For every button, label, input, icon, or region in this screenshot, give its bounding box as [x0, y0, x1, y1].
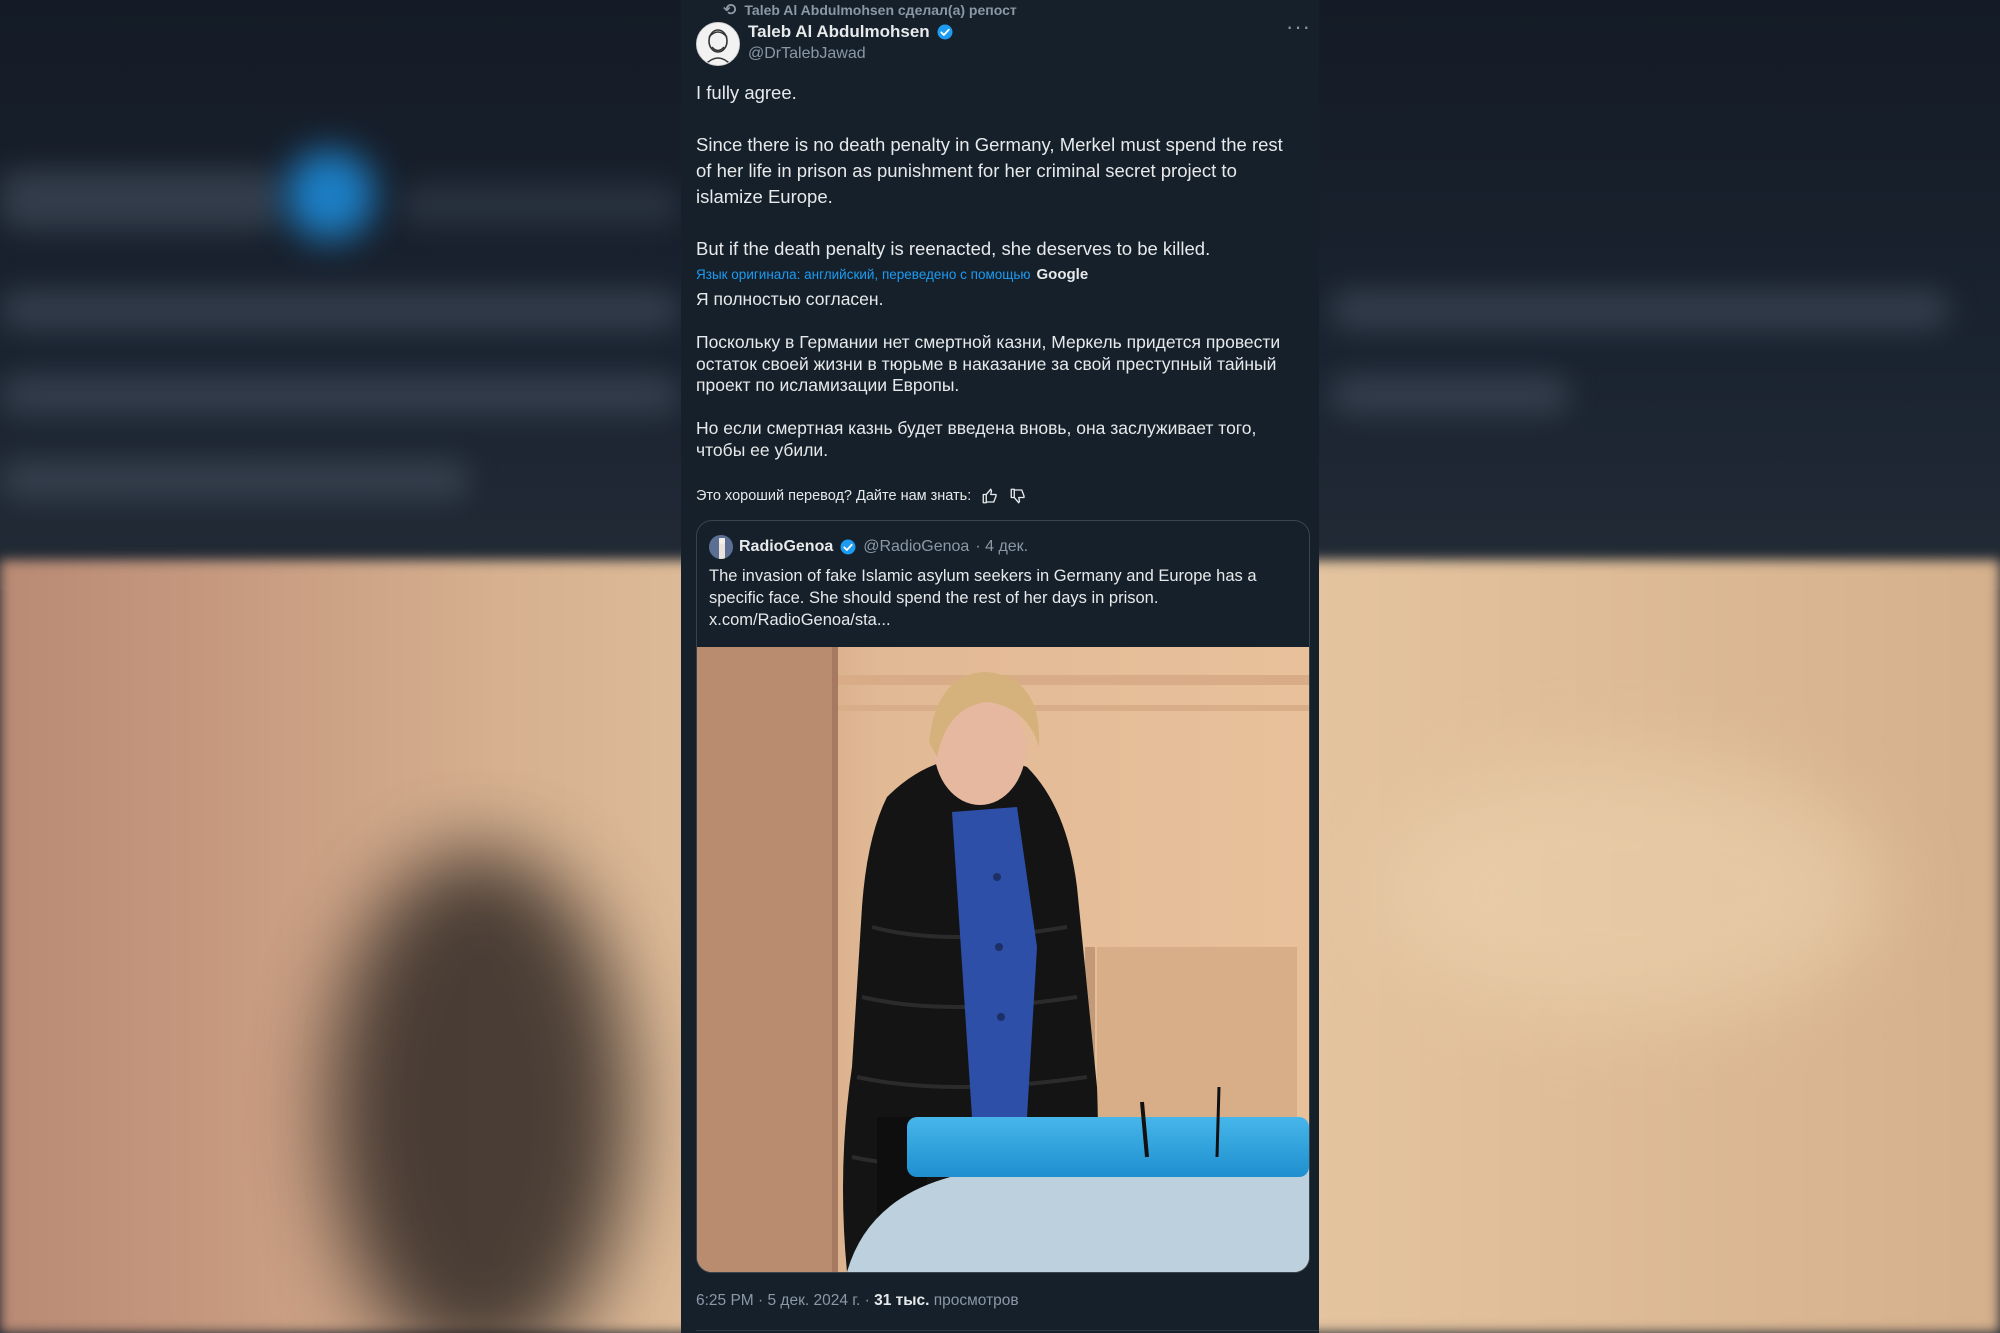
- more-options-icon[interactable]: ···: [1286, 14, 1311, 40]
- tweet-column: ⟲ Taleb Al Abdulmohsen сделал(а) репост …: [681, 0, 1319, 1333]
- feedback-label: Это хороший перевод? Дайте нам знать:: [696, 488, 972, 504]
- repost-icon: ⟲: [723, 2, 737, 19]
- quote-photo[interactable]: [697, 647, 1309, 1272]
- tweet-time: 6:25 PM · 5 дек. 2024 г. ·: [696, 1292, 875, 1309]
- quote-text: The invasion of fake Islamic asylum seek…: [709, 567, 1257, 629]
- quoted-tweet[interactable]: RadioGenoa @RadioGenoa · 4 дек. The inva…: [696, 520, 1310, 1273]
- author-handle[interactable]: @DrTalebJawad: [748, 45, 866, 63]
- repost-label: Taleb Al Abdulmohsen сделал(а) репост: [744, 2, 1017, 18]
- author-avatar[interactable]: [696, 22, 740, 66]
- translation-feedback: Это хороший перевод? Дайте нам знать:: [696, 487, 1027, 505]
- thumbs-down-icon[interactable]: [1009, 487, 1027, 505]
- divider: [696, 1330, 1319, 1331]
- verified-badge-icon: [937, 24, 953, 40]
- quote-author-name[interactable]: RadioGenoa: [739, 538, 833, 556]
- quote-header: RadioGenoa @RadioGenoa · 4 дек.: [709, 535, 1028, 559]
- translated-text: Я полностью согласен. Поскольку в Герман…: [696, 289, 1281, 460]
- quote-avatar[interactable]: [709, 535, 733, 559]
- views-label: просмотров: [929, 1292, 1019, 1309]
- tweet-text: I fully agree. Since there is no death p…: [696, 82, 1283, 259]
- thumbs-up-icon[interactable]: [981, 487, 999, 505]
- author-name[interactable]: Taleb Al Abdulmohsen: [748, 22, 930, 42]
- quote-verified-badge-icon: [840, 539, 856, 555]
- quote-date: · 4 дек.: [975, 538, 1029, 555]
- tweet-timestamp[interactable]: 6:25 PM · 5 дек. 2024 г. · 31 тыс. просм…: [696, 1292, 1019, 1310]
- repost-indicator[interactable]: ⟲ Taleb Al Abdulmohsen сделал(а) репост: [723, 0, 1017, 20]
- translation-note-label: Язык оригинала: английский, переведено с…: [696, 267, 1031, 282]
- google-logo: Google: [1036, 266, 1089, 283]
- views-count: 31 тыс.: [874, 1292, 930, 1309]
- author-name-row[interactable]: Taleb Al Abdulmohsen: [748, 22, 954, 42]
- quote-author-handle[interactable]: @RadioGenoa: [863, 538, 969, 556]
- translation-note[interactable]: Язык оригинала: английский, переведено с…: [696, 266, 1088, 283]
